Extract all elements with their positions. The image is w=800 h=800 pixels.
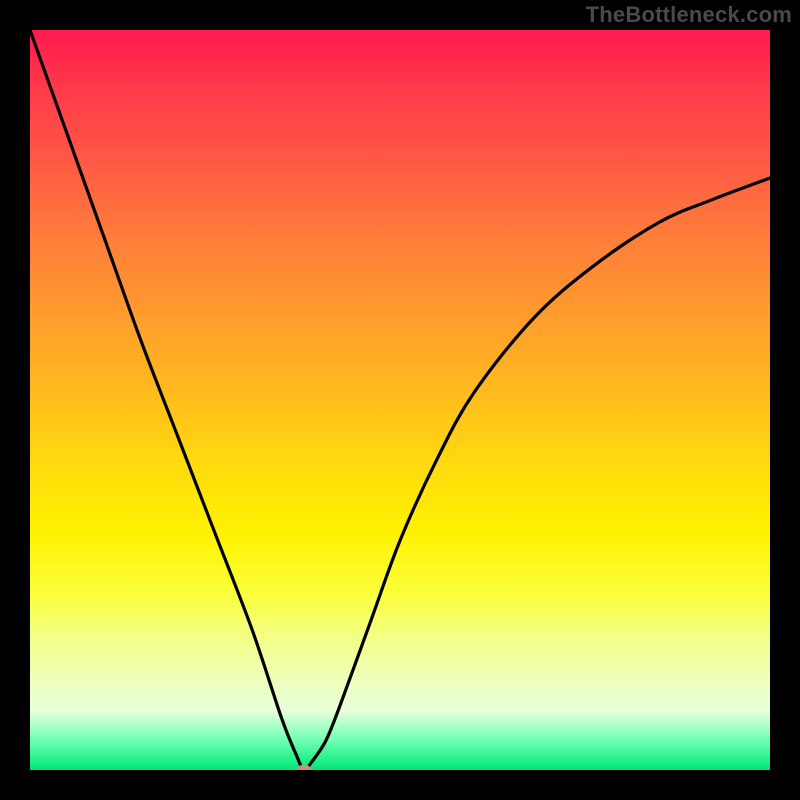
plot-area: [30, 30, 770, 770]
bottleneck-curve: [30, 30, 770, 770]
watermark-text: TheBottleneck.com: [586, 2, 792, 28]
minimum-marker: [297, 765, 311, 770]
chart-frame: TheBottleneck.com: [0, 0, 800, 800]
